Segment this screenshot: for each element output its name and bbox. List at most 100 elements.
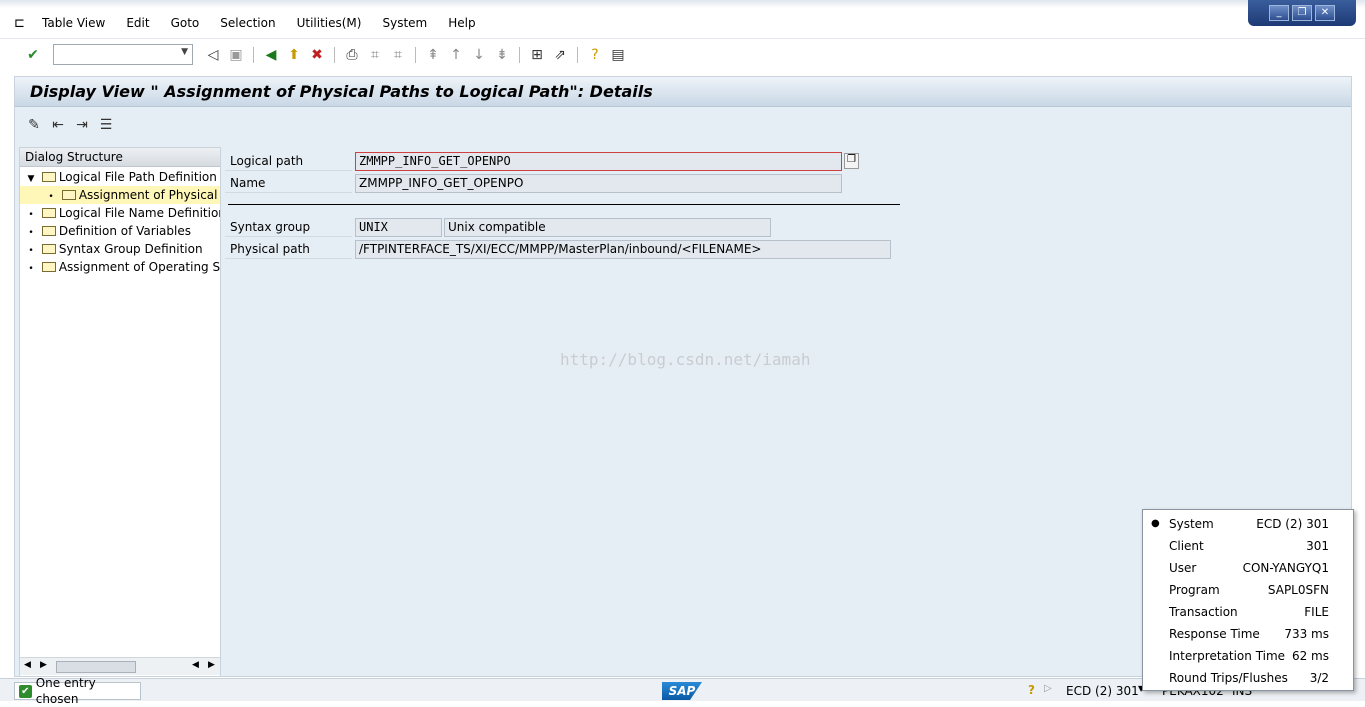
status-message[interactable]: ✔ One entry chosen (14, 676, 141, 706)
tree-item-logical-file-path[interactable]: ▼ Logical File Path Definition (20, 168, 220, 186)
physical-path-label: Physical path (225, 239, 352, 259)
syntax-group-label: Syntax group (225, 217, 352, 237)
popup-value: 733 ms (1284, 627, 1329, 641)
find-next-icon[interactable]: ⌗ (389, 46, 407, 64)
copy-icon[interactable]: ❐ (844, 153, 859, 169)
popup-item-interpretation-time[interactable]: Interpretation Time 62 ms (1143, 645, 1353, 667)
tree-item-label: Definition of Variables (58, 224, 191, 238)
bullet-icon: • (28, 264, 34, 274)
minimize-button[interactable]: _ (1269, 5, 1289, 21)
tree-item-label: Logical File Path Definition (58, 170, 217, 184)
tree-item-definition-variables[interactable]: • Definition of Variables (20, 222, 220, 240)
popup-value: FILE (1304, 605, 1329, 619)
previous-entry-icon[interactable]: ⇤ (49, 116, 67, 134)
system-info[interactable]: ECD (2) 301 (1066, 684, 1139, 698)
separator (253, 46, 254, 63)
separator (415, 46, 416, 63)
window-controls: _ ❐ ✕ (1248, 0, 1356, 26)
menu-goto[interactable]: Goto (171, 16, 200, 30)
menu-table-view[interactable]: Table View (42, 16, 105, 30)
print-icon[interactable]: ⎙ (343, 46, 361, 64)
expand-arrow-icon[interactable]: ▼ (24, 170, 38, 186)
tree-item-syntax-group[interactable]: • Syntax Group Definition (20, 240, 220, 258)
syntax-group-description: Unix compatible (444, 218, 771, 237)
logical-path-field[interactable]: ZMMPP_INFO_GET_OPENPO (355, 152, 842, 171)
enter-icon[interactable]: ✔ (24, 46, 42, 64)
application-toolbar: ✎ ⇤ ⇥ ☰ (15, 108, 1351, 141)
collapse-icon[interactable]: ◁ (204, 46, 222, 64)
layout-menu-icon[interactable]: ▤ (609, 46, 627, 64)
popup-item-response-time[interactable]: Response Time 733 ms (1143, 623, 1353, 645)
popup-key: Client (1169, 539, 1204, 553)
next-page-icon[interactable]: ↓ (470, 46, 488, 64)
shortcut-icon[interactable]: ⇗ (551, 46, 569, 64)
system-info-popup: ● System ECD (2) 301 Client 301 User CON-YAN… (1142, 509, 1354, 691)
name-label: Name (225, 173, 352, 193)
page-title: Display View " Assignment of Physical Pa… (15, 77, 1351, 107)
last-page-icon[interactable]: ⇟ (493, 46, 511, 64)
physical-path-field[interactable]: /FTPINTERFACE_TS/XI/ECC/MMPP/MasterPlan/… (355, 240, 891, 259)
folder-icon (41, 244, 56, 254)
menu-edit[interactable]: Edit (126, 16, 149, 30)
system-menu-icon[interactable]: ⊏ (14, 16, 30, 31)
popup-item-system[interactable]: ● System ECD (2) 301 (1143, 513, 1353, 535)
popup-item-user[interactable]: User CON-YANGYQ1 (1143, 557, 1353, 579)
command-field[interactable]: ▼ (53, 44, 193, 65)
tree-item-label: Logical File Name Definition, C (58, 206, 220, 220)
popup-item-round-trips[interactable]: Round Trips/Flushes 3/2 (1143, 667, 1353, 689)
menu-help[interactable]: Help (448, 16, 475, 30)
exit-icon[interactable]: ⬆ (285, 46, 303, 64)
syntax-group-field[interactable]: UNIX (355, 218, 442, 237)
success-check-icon: ✔ (19, 684, 32, 698)
dialog-structure-header: Dialog Structure (20, 148, 220, 167)
popup-key: Transaction (1169, 605, 1238, 619)
tree-item-assignment-os[interactable]: • Assignment of Operating Sys (20, 258, 220, 276)
bullet-icon: • (28, 210, 34, 220)
name-field[interactable]: ZMMPP_INFO_GET_OPENPO (355, 174, 842, 193)
open-folder-icon (61, 190, 76, 200)
logical-path-label: Logical path (225, 151, 352, 171)
first-page-icon[interactable]: ⇞ (424, 46, 442, 64)
popup-item-program[interactable]: Program SAPL0SFN (1143, 579, 1353, 601)
expand-status-icon[interactable]: ▷ (1044, 683, 1052, 694)
display-change-icon[interactable]: ✎ (25, 116, 43, 134)
folder-icon (41, 226, 56, 236)
popup-key: User (1169, 561, 1197, 575)
popup-value: ECD (2) 301 (1256, 517, 1329, 531)
cancel-icon[interactable]: ✖ (308, 46, 326, 64)
tree-item-logical-file-name[interactable]: • Logical File Name Definition, C (20, 204, 220, 222)
menu-system[interactable]: System (382, 16, 427, 30)
separator (577, 46, 578, 63)
sap-logo: SAP (662, 682, 702, 700)
save-icon[interactable]: ▣ (227, 46, 245, 64)
menu-selection[interactable]: Selection (220, 16, 275, 30)
separator (334, 46, 335, 63)
other-entry-icon[interactable]: ☰ (97, 116, 115, 134)
scroll-left-icon[interactable]: ◀ (24, 660, 31, 670)
watermark: http://blog.csdn.net/iamah (560, 350, 811, 369)
bullet-icon: • (28, 228, 34, 238)
find-icon[interactable]: ⌗ (366, 46, 384, 64)
popup-value: CON-YANGYQ1 (1242, 561, 1329, 575)
folder-icon (41, 262, 56, 272)
scroll-thumb[interactable] (56, 661, 136, 673)
tree-item-label: Syntax Group Definition (58, 242, 203, 256)
close-button[interactable]: ✕ (1315, 5, 1335, 21)
scroll-right-icon[interactable]: ▶ (40, 660, 47, 670)
next-entry-icon[interactable]: ⇥ (73, 116, 91, 134)
popup-key: Round Trips/Flushes (1169, 671, 1288, 685)
scroll-left-icon[interactable]: ◀ (192, 660, 199, 670)
restore-button[interactable]: ❐ (1292, 5, 1312, 21)
previous-page-icon[interactable]: ↑ (447, 46, 465, 64)
scroll-right-icon[interactable]: ▶ (208, 660, 215, 670)
tree-item-assignment-physical-paths[interactable]: • Assignment of Physical Pa (20, 186, 220, 204)
popup-item-client[interactable]: Client 301 (1143, 535, 1353, 557)
back-icon[interactable]: ◀ (262, 46, 280, 64)
menu-utilities[interactable]: Utilities(M) (297, 16, 362, 30)
chevron-down-icon[interactable]: ▼ (181, 47, 188, 57)
horizontal-scrollbar[interactable]: ◀ ▶ ◀ ▶ (20, 657, 220, 675)
popup-item-transaction[interactable]: Transaction FILE (1143, 601, 1353, 623)
new-session-icon[interactable]: ⊞ (528, 46, 546, 64)
help-icon[interactable]: ? (1028, 683, 1035, 697)
help-icon[interactable]: ? (586, 46, 604, 64)
